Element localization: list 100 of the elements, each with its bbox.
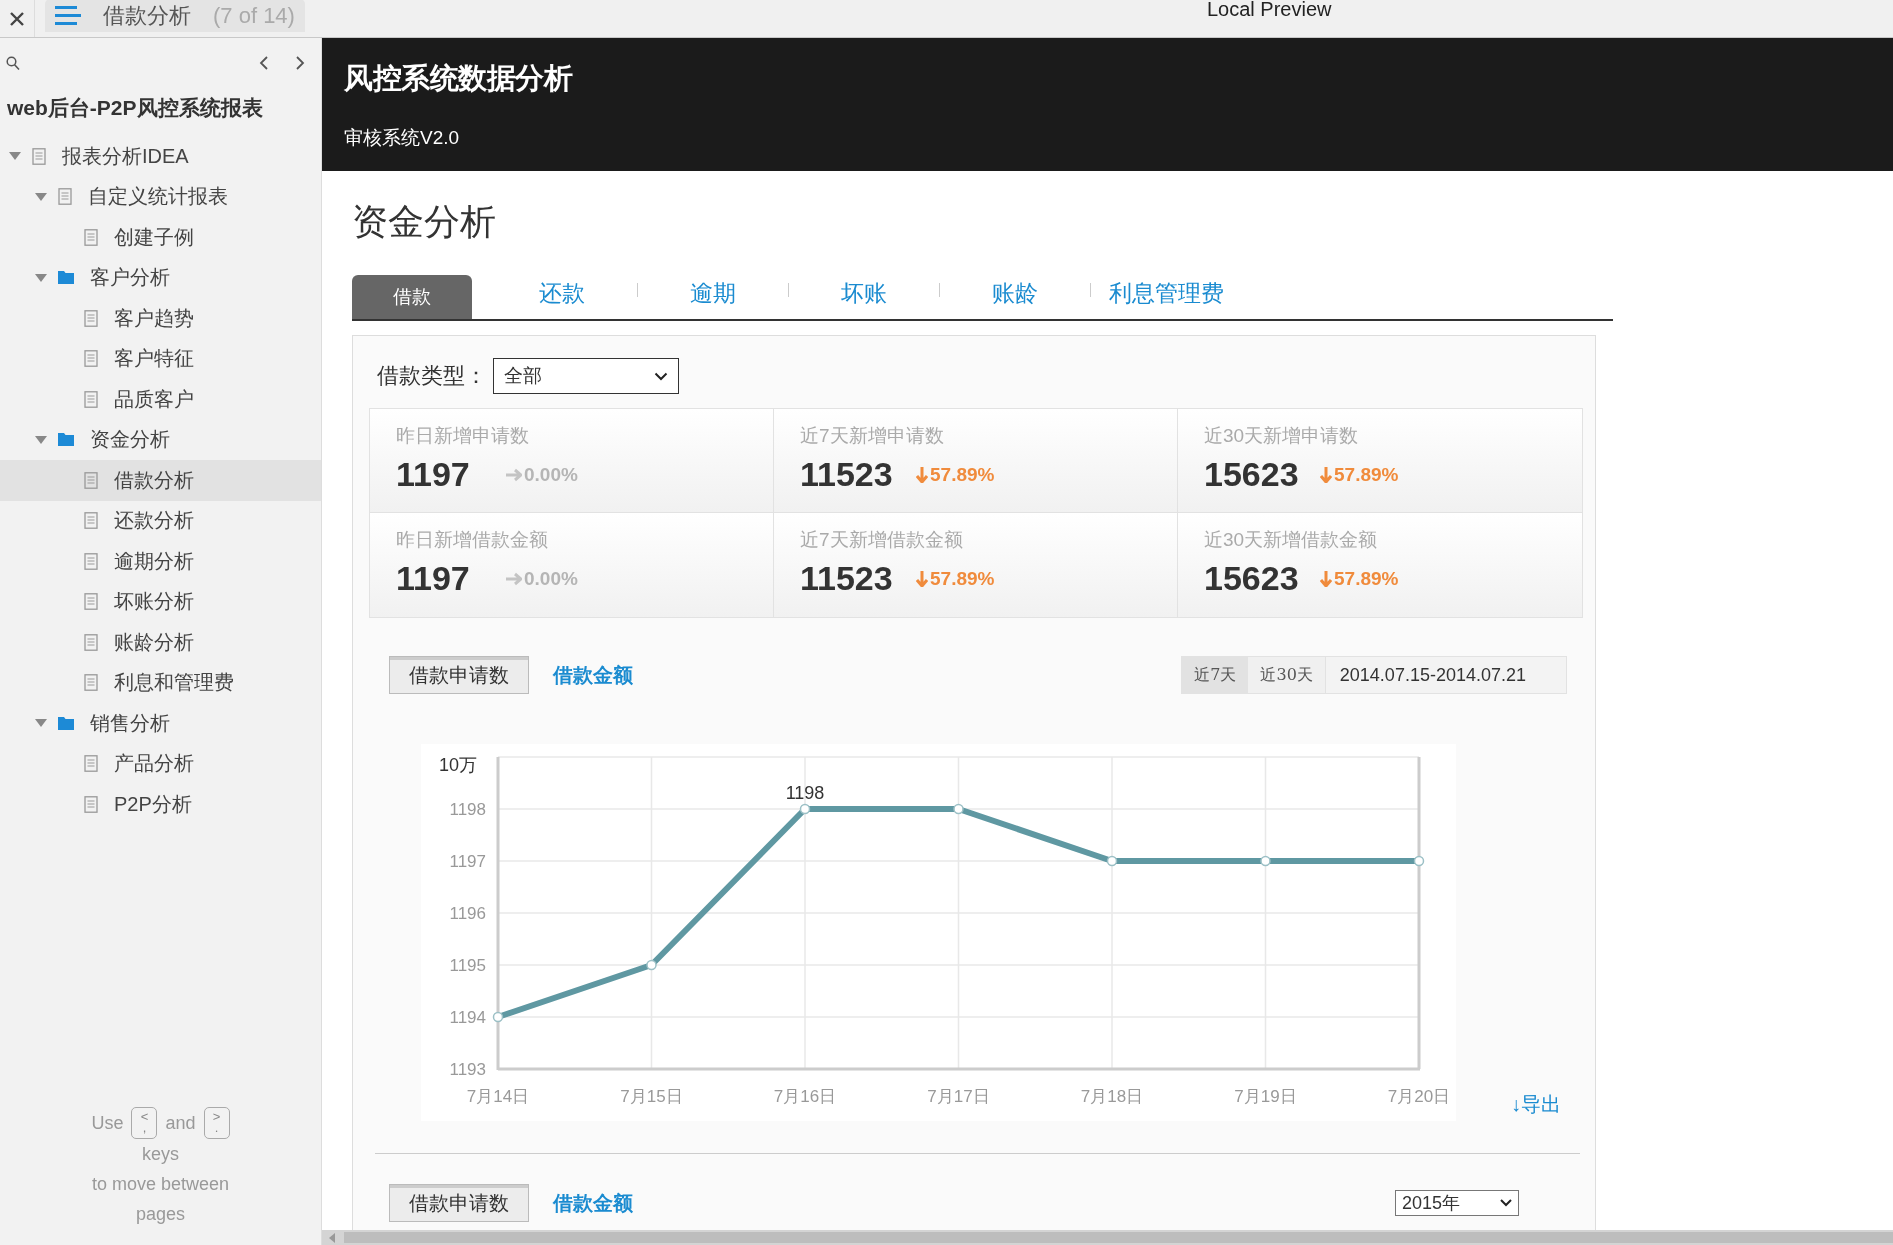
change-percent: 0.00%: [524, 567, 578, 590]
metric-tab[interactable]: 借款申请数: [389, 656, 529, 694]
page-icon: [84, 390, 98, 408]
caret-down-icon[interactable]: [9, 151, 21, 162]
tree-item[interactable]: 坏账分析: [0, 581, 321, 622]
tree-item[interactable]: 报表分析IDEA: [0, 136, 321, 177]
stat-value: 15623: [1204, 559, 1300, 598]
axis-label: 1198: [449, 800, 486, 819]
page-icon: [84, 795, 98, 813]
metric-tab[interactable]: 借款申请数: [389, 1184, 529, 1222]
tree-item[interactable]: 自定义统计报表: [0, 176, 321, 217]
stat-value: 1197: [396, 455, 471, 494]
data-label: 1198: [785, 783, 825, 803]
page-icon: [32, 147, 46, 165]
data-point: [799, 803, 811, 815]
page-icon: [84, 755, 98, 773]
chevron-down-icon: [1500, 1199, 1512, 1207]
close-icon[interactable]: [9, 10, 25, 27]
tree-item[interactable]: 资金分析: [0, 419, 321, 460]
hint-text: to move between pages: [90, 1173, 231, 1226]
page-icon: [58, 188, 72, 206]
page-icon: [84, 593, 98, 611]
change-percent: 57.89%: [1334, 567, 1399, 590]
caret-down-icon[interactable]: [35, 272, 47, 283]
axis-label: 7月20日: [1387, 1087, 1451, 1106]
stat-label: 近7天新增借款金额: [800, 528, 964, 552]
change-percent: 57.89%: [930, 463, 995, 486]
range-tab[interactable]: 近7天: [1182, 657, 1249, 693]
document-tab[interactable]: 借款分析 (7 of 14): [45, 0, 305, 32]
page-icon: [84, 228, 98, 246]
caret-down-icon[interactable]: [35, 191, 47, 202]
type-dropdown[interactable]: 全部: [493, 358, 679, 394]
page-icon: [84, 471, 98, 489]
tab[interactable]: 还款: [487, 278, 637, 319]
axis-label: 1196: [449, 904, 486, 923]
tree-item[interactable]: 产品分析: [0, 743, 321, 784]
metric-tab[interactable]: 借款金额: [553, 661, 633, 689]
caret-down-icon[interactable]: [35, 434, 47, 445]
window-title: Local Preview: [1207, 0, 1332, 21]
stat-label: 昨日新增申请数: [396, 424, 530, 448]
tree-item[interactable]: 客户分析: [0, 257, 321, 298]
tab[interactable]: 借款: [352, 275, 472, 319]
tree-item[interactable]: P2P分析: [0, 784, 321, 825]
hint-text: keys: [142, 1143, 179, 1166]
tree-item[interactable]: 客户趋势: [0, 298, 321, 339]
chevron-down-icon: [654, 371, 668, 381]
stat-value: 11523: [800, 455, 894, 494]
change-percent: 57.89%: [1334, 463, 1399, 486]
metric-tab[interactable]: 借款金额: [553, 1189, 633, 1217]
page-icon: [84, 552, 98, 570]
folder-icon: [58, 269, 74, 287]
tab[interactable]: 利息管理费: [1091, 278, 1241, 319]
stat-label: 近30天新增申请数: [1204, 424, 1360, 448]
tree-item[interactable]: 客户特征: [0, 338, 321, 379]
scroll-left-icon[interactable]: [328, 1232, 336, 1243]
tree-item[interactable]: 借款分析: [0, 460, 321, 501]
tree-item[interactable]: 品质客户: [0, 379, 321, 420]
tree-item[interactable]: 利息和管理费: [0, 662, 321, 703]
axis-label: 1197: [449, 852, 486, 871]
tree-item[interactable]: 账龄分析: [0, 622, 321, 663]
caret-down-icon[interactable]: [35, 718, 47, 729]
change-percent: 0.00%: [524, 463, 578, 486]
stat-label: 近7天新增申请数: [800, 424, 945, 448]
page-icon: [84, 350, 98, 368]
axis-label: 7月18日: [1080, 1087, 1144, 1106]
folder-icon: [58, 431, 74, 449]
chevron-left-icon: [259, 55, 269, 71]
stat-value: 11523: [800, 559, 894, 598]
page-icon: [84, 674, 98, 692]
tab[interactable]: 账龄: [940, 278, 1090, 319]
range-tab[interactable]: 近30天: [1248, 657, 1325, 693]
tree-item[interactable]: 创建子例: [0, 217, 321, 258]
tab[interactable]: 坏账: [789, 278, 939, 319]
stat-value: 1197: [396, 559, 471, 598]
change-percent: 57.89%: [930, 567, 995, 590]
axis-label: 7月15日: [620, 1087, 683, 1106]
year-dropdown[interactable]: 2015年: [1395, 1190, 1519, 1216]
menu-icon[interactable]: [55, 4, 81, 27]
tree-item[interactable]: 还款分析: [0, 500, 321, 541]
page-icon: [84, 512, 98, 530]
folder-icon: [58, 714, 74, 732]
data-point: [1260, 855, 1271, 867]
page-heading: 资金分析: [352, 200, 497, 244]
export-link[interactable]: ↓导出: [1511, 1091, 1561, 1118]
data-point: [646, 959, 657, 971]
tree-item[interactable]: 逾期分析: [0, 541, 321, 582]
app-subtitle: 审核系统V2.0: [344, 126, 461, 150]
hint-text: Use: [91, 1112, 124, 1135]
page-icon: [84, 633, 98, 651]
data-point: [1413, 855, 1425, 867]
horizontal-scrollbar[interactable]: [322, 1230, 1893, 1245]
axis-label: 1195: [449, 956, 486, 975]
data-point: [953, 803, 964, 815]
tree-item[interactable]: 销售分析: [0, 703, 321, 744]
key-cap: >.: [203, 1107, 230, 1139]
axis-label: 7月19日: [1234, 1087, 1297, 1106]
tab[interactable]: 逾期: [638, 278, 788, 319]
key-cap: <,: [131, 1107, 158, 1139]
search-icon[interactable]: [6, 55, 20, 71]
stat-label: 昨日新增借款金额: [396, 528, 549, 552]
